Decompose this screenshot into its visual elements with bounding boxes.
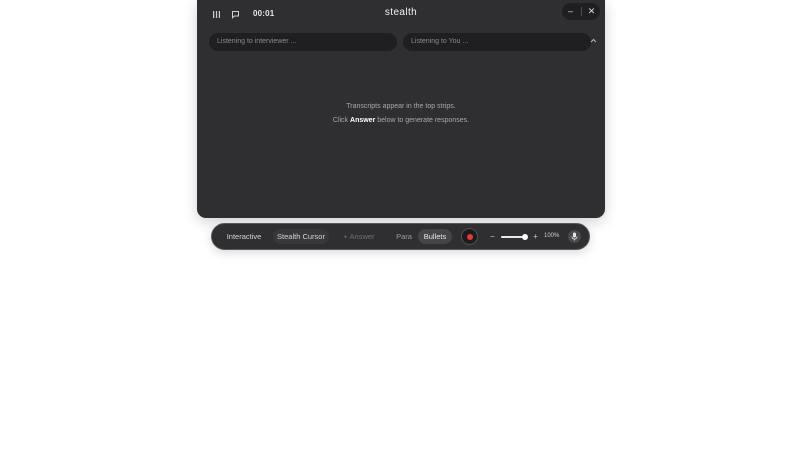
bullets-mode-button[interactable]: Bullets [418,229,452,244]
chevron-up-icon[interactable] [590,38,597,45]
answer-hint: Click Answer below to generate responses… [197,117,605,124]
zoom-out-button[interactable]: − [490,229,495,244]
interviewer-transcript-strip[interactable]: Listening to interviewer ... [209,33,397,51]
zoom-slider-handle[interactable] [522,234,529,240]
window-controls-divider [580,7,582,16]
answer-hint-keyword: Answer [350,117,376,124]
answer-hint-prefix: Click [332,117,351,124]
minimize-button[interactable]: – [564,3,578,20]
interactive-button[interactable]: Interactive [222,229,266,244]
you-transcript-strip[interactable]: Listening to You ... [403,33,591,51]
zoom-slider[interactable] [501,234,529,240]
close-button[interactable]: ✕ [585,3,599,20]
main-window: 00:01 stealth – ✕ Listening to interview… [197,0,605,218]
bottom-toolbar: Interactive Stealth Cursor + Answer Para… [211,223,590,250]
window-controls: – ✕ [562,3,600,20]
title-bar[interactable]: 00:01 stealth – ✕ [197,0,605,28]
record-button[interactable] [461,228,478,245]
microphone-icon[interactable] [568,230,581,243]
stealth-cursor-button[interactable]: Stealth Cursor [273,229,329,244]
transcript-hint: Transcripts appear in the top strips. [346,103,456,110]
answer-button[interactable]: + Answer [339,229,379,244]
zoom-in-button[interactable]: + [533,229,538,244]
brand-logo: stealth [384,7,418,18]
record-dot-icon [466,233,473,240]
zoom-level-label: 100% [544,233,560,239]
para-mode-button[interactable]: Para [393,229,415,244]
answer-hint-suffix: below to generate responses. [375,117,470,124]
